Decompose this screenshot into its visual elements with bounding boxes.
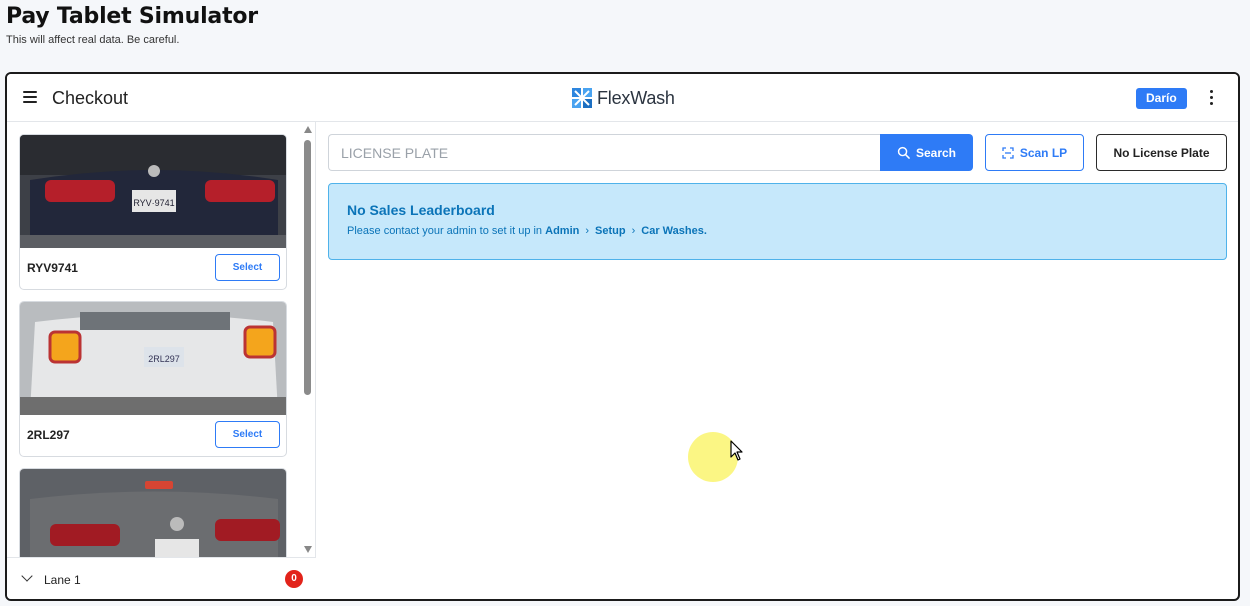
mouse-pointer-icon bbox=[730, 440, 743, 461]
lane-selector[interactable]: Lane 1 0 bbox=[7, 557, 316, 599]
page-title: Pay Tablet Simulator bbox=[6, 4, 258, 29]
crumb-setup: Setup bbox=[595, 225, 626, 237]
search-button[interactable]: Search bbox=[880, 134, 973, 171]
search-button-label: Search bbox=[915, 145, 957, 160]
alert-title: No Sales Leaderboard bbox=[347, 202, 495, 218]
vehicle-photo: RYV·9741 bbox=[20, 135, 286, 248]
scroll-thumb[interactable] bbox=[304, 140, 311, 395]
user-badge[interactable]: Darío bbox=[1136, 88, 1187, 109]
brand-name: FlexWash bbox=[597, 87, 675, 108]
scan-lp-button[interactable]: Scan LP bbox=[985, 134, 1084, 171]
svg-text:RYV·9741: RYV·9741 bbox=[133, 198, 174, 208]
chevron-down-icon bbox=[21, 570, 33, 582]
vehicle-list[interactable]: RYV·9741 RYV9741 Select 2RL297 2RL297 Se… bbox=[7, 122, 303, 557]
no-license-plate-button[interactable]: No License Plate bbox=[1096, 134, 1227, 171]
sidebar-scrollbar[interactable] bbox=[303, 122, 313, 557]
leaderboard-alert: No Sales Leaderboard Please contact your… bbox=[328, 183, 1227, 260]
scan-lp-label: Scan LP bbox=[1019, 145, 1068, 160]
lane-count-badge: 0 bbox=[285, 570, 303, 588]
page-warning: This will affect real data. Be careful. bbox=[6, 34, 180, 46]
lane-label: Lane 1 bbox=[44, 573, 81, 587]
vehicle-sidebar: RYV·9741 RYV9741 Select 2RL297 2RL297 Se… bbox=[7, 122, 316, 599]
vehicle-plate: RYV9741 bbox=[27, 261, 78, 275]
vehicle-card[interactable]: 2RL297 2RL297 Select bbox=[19, 301, 287, 457]
alert-message-text: Please contact your admin to set it up i… bbox=[347, 225, 543, 237]
chevron-right-icon: › bbox=[631, 225, 636, 237]
scroll-up-arrow-icon[interactable] bbox=[304, 126, 312, 133]
vehicle-card[interactable]: RYV·9741 RYV9741 Select bbox=[19, 134, 287, 290]
crumb-car-washes: Car Washes. bbox=[641, 225, 707, 237]
kebab-menu-icon[interactable] bbox=[1206, 89, 1216, 107]
scroll-down-arrow-icon[interactable] bbox=[304, 546, 312, 553]
vehicle-plate: 2RL297 bbox=[27, 428, 70, 442]
search-icon bbox=[897, 146, 910, 159]
select-button[interactable]: Select bbox=[215, 421, 280, 448]
chevron-right-icon: › bbox=[585, 225, 590, 237]
vehicle-photo: 2RL297 bbox=[20, 302, 286, 415]
flexwash-logo-icon bbox=[572, 88, 592, 108]
menu-icon[interactable] bbox=[23, 91, 37, 103]
svg-text:2RL297: 2RL297 bbox=[148, 354, 180, 364]
vehicle-photo bbox=[20, 469, 286, 557]
brand: FlexWash bbox=[572, 87, 675, 109]
alert-message: Please contact your admin to set it up i… bbox=[347, 225, 707, 237]
checkout-title: Checkout bbox=[52, 88, 129, 108]
scan-icon bbox=[1002, 146, 1014, 159]
tablet-frame: Checkout FlexWash Darío RYV·9741 RYV9741… bbox=[5, 72, 1240, 601]
select-button[interactable]: Select bbox=[215, 254, 280, 281]
main-panel: Search Scan LP No License Plate No Sales… bbox=[317, 122, 1238, 599]
vehicle-card[interactable] bbox=[19, 468, 287, 557]
crumb-admin: Admin bbox=[545, 225, 580, 237]
license-plate-input[interactable] bbox=[328, 134, 880, 171]
top-bar: Checkout FlexWash Darío bbox=[7, 74, 1238, 122]
